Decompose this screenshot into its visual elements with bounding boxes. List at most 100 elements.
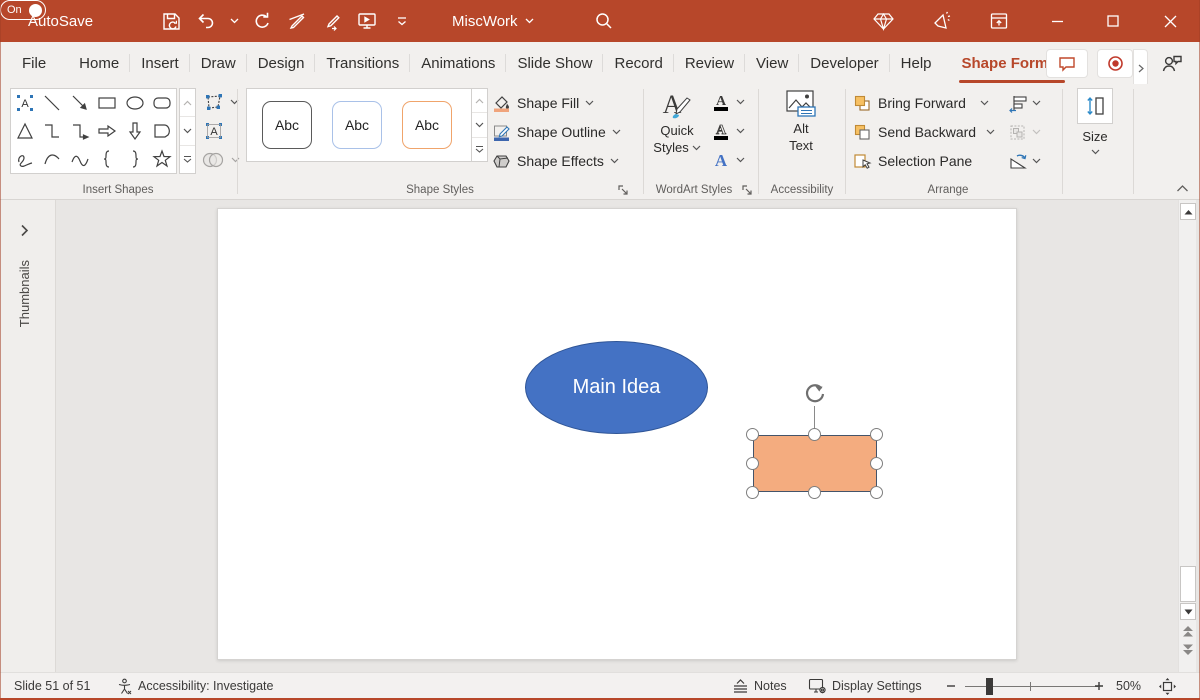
shape-star[interactable] xyxy=(149,145,177,173)
shape-rectangle[interactable] xyxy=(94,89,122,117)
expand-thumbnails-icon[interactable] xyxy=(20,224,29,237)
selected-rectangle[interactable] xyxy=(753,435,877,492)
zoom-slider-thumb[interactable] xyxy=(986,678,993,695)
slide-canvas[interactable] xyxy=(217,208,1017,660)
resize-handle-bottom-right[interactable] xyxy=(870,486,883,499)
tab-file[interactable]: File xyxy=(12,42,60,84)
rotate-handle-icon[interactable] xyxy=(801,380,829,408)
styles-scroll-up-icon[interactable] xyxy=(472,89,487,113)
shape-text-box[interactable]: A xyxy=(11,89,39,117)
start-slideshow-icon[interactable] xyxy=(354,8,380,34)
shape-arrow[interactable] xyxy=(66,89,94,117)
shape-freeform-wave[interactable] xyxy=(66,145,94,173)
minimize-button[interactable] xyxy=(1037,0,1077,42)
resize-handle-bottom-center[interactable] xyxy=(808,486,821,499)
customize-qat-icon[interactable] xyxy=(389,8,415,34)
vertical-scrollbar[interactable] xyxy=(1178,200,1196,672)
collapse-ribbon-icon[interactable] xyxy=(1176,184,1189,192)
shape-styles-dialog-launcher-icon[interactable] xyxy=(617,184,630,197)
thumbnails-pane[interactable]: Thumbnails xyxy=(0,200,56,672)
group-button[interactable] xyxy=(1008,119,1041,145)
scroll-up-icon[interactable] xyxy=(1180,203,1196,220)
quick-styles-button[interactable]: A Quick Styles xyxy=(651,88,703,156)
text-fill-button[interactable]: A xyxy=(712,89,745,115)
tab-help[interactable]: Help xyxy=(890,42,943,84)
undo-icon[interactable] xyxy=(193,8,219,34)
undo-dropdown-icon[interactable] xyxy=(228,8,240,34)
wordart-dialog-launcher-icon[interactable] xyxy=(741,184,754,197)
accessibility-status[interactable]: Accessibility: Investigate xyxy=(116,673,273,699)
tab-developer[interactable]: Developer xyxy=(799,42,889,84)
tab-record[interactable]: Record xyxy=(603,42,673,84)
size-button[interactable]: Size xyxy=(1071,88,1119,155)
ink-pen-icon[interactable] xyxy=(319,8,345,34)
shape-right-brace[interactable] xyxy=(121,145,149,173)
premium-diamond-icon[interactable] xyxy=(863,0,903,42)
resize-handle-bottom-left[interactable] xyxy=(746,486,759,499)
slide-indicator[interactable]: Slide 51 of 51 xyxy=(14,673,90,699)
shape-effects-button[interactable]: Shape Effects xyxy=(492,148,619,174)
shapes-scroll-up-icon[interactable] xyxy=(180,89,195,117)
styles-gallery-more-icon[interactable] xyxy=(472,138,487,161)
previous-slide-icon[interactable] xyxy=(1181,624,1195,638)
whats-new-icon[interactable] xyxy=(921,0,961,42)
shape-elbow-arrow-connector[interactable] xyxy=(66,117,94,145)
fit-to-window-button[interactable] xyxy=(1158,673,1177,699)
tab-draw[interactable]: Draw xyxy=(190,42,247,84)
tab-view[interactable]: View xyxy=(745,42,799,84)
tab-transitions[interactable]: Transitions xyxy=(315,42,410,84)
text-outline-button[interactable]: A xyxy=(712,118,745,144)
shape-style-preset-3[interactable]: Abc xyxy=(402,101,452,149)
shape-fill-button[interactable]: Shape Fill xyxy=(492,90,594,116)
scrollbar-thumb[interactable] xyxy=(1180,566,1196,602)
shape-style-preset-1[interactable]: Abc xyxy=(262,101,312,149)
shape-elbow-connector[interactable] xyxy=(39,117,67,145)
shape-arrow-down[interactable] xyxy=(121,117,149,145)
document-title[interactable]: MiscWork xyxy=(452,0,534,42)
zoom-in-button[interactable] xyxy=(1094,673,1104,699)
main-idea-ellipse[interactable]: Main Idea xyxy=(525,341,708,434)
tab-design[interactable]: Design xyxy=(247,42,316,84)
alt-text-button[interactable]: Alt Text xyxy=(775,88,827,154)
shape-triangle[interactable] xyxy=(11,117,39,145)
resize-handle-middle-right[interactable] xyxy=(870,457,883,470)
shape-outline-button[interactable]: Shape Outline xyxy=(492,119,621,145)
ribbon-display-options-icon[interactable] xyxy=(979,0,1019,42)
shape-freeform-blob[interactable] xyxy=(149,117,177,145)
record-button[interactable] xyxy=(1097,49,1133,78)
align-button[interactable] xyxy=(1008,90,1041,116)
shape-line[interactable] xyxy=(39,89,67,117)
shape-oval[interactable] xyxy=(121,89,149,117)
rotate-button[interactable] xyxy=(1008,148,1041,174)
text-effects-button[interactable]: A xyxy=(712,147,745,173)
close-button[interactable] xyxy=(1150,0,1190,42)
selection-pane-button[interactable]: Selection Pane xyxy=(853,148,972,174)
resize-handle-middle-left[interactable] xyxy=(746,457,759,470)
shapes-scroll-down-icon[interactable] xyxy=(180,117,195,145)
shape-curve[interactable] xyxy=(39,145,67,173)
save-icon[interactable] xyxy=(158,8,184,34)
zoom-out-button[interactable] xyxy=(946,673,956,699)
tab-home[interactable]: Home xyxy=(68,42,130,84)
send-backward-button[interactable]: Send Backward xyxy=(853,119,995,145)
shape-left-brace[interactable] xyxy=(94,145,122,173)
resize-handle-top-left[interactable] xyxy=(746,428,759,441)
merge-shapes-button[interactable] xyxy=(201,147,240,173)
draw-pen-icon[interactable] xyxy=(284,8,310,34)
notes-button[interactable]: Notes xyxy=(732,673,787,699)
bring-forward-button[interactable]: Bring Forward xyxy=(853,90,989,116)
next-slide-icon[interactable] xyxy=(1181,643,1195,657)
maximize-button[interactable] xyxy=(1093,0,1133,42)
styles-scroll-down-icon[interactable] xyxy=(472,113,487,137)
comments-button[interactable] xyxy=(1046,49,1088,78)
share-button[interactable] xyxy=(1152,49,1192,78)
resize-handle-top-right[interactable] xyxy=(870,428,883,441)
resize-handle-top-center[interactable] xyxy=(808,428,821,441)
scroll-down-icon[interactable] xyxy=(1180,603,1196,620)
display-settings-button[interactable]: Display Settings xyxy=(808,673,922,699)
shape-style-preset-2[interactable]: Abc xyxy=(332,101,382,149)
shapes-gallery-more-icon[interactable] xyxy=(180,146,195,173)
tab-insert[interactable]: Insert xyxy=(130,42,190,84)
tab-animations[interactable]: Animations xyxy=(410,42,506,84)
zoom-level[interactable]: 50% xyxy=(1116,673,1141,699)
